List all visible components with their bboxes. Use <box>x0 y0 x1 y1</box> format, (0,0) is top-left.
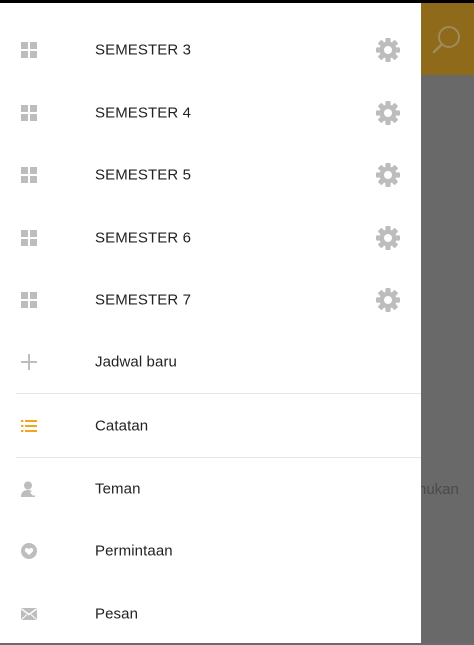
divider <box>16 393 421 394</box>
semester-6-item[interactable]: SEMESTER 6 <box>0 207 421 269</box>
background-scrim[interactable] <box>421 75 474 643</box>
gear-icon[interactable] <box>375 225 401 251</box>
requests-item[interactable]: Permintaan <box>0 520 421 582</box>
semester-label: SEMESTER 7 <box>95 291 192 309</box>
semester-4-item[interactable]: SEMESTER 4 <box>0 82 421 144</box>
requests-label: Permintaan <box>95 542 173 560</box>
person-icon <box>18 478 40 500</box>
semester-label: SEMESTER 5 <box>95 166 192 184</box>
semester-5-item[interactable]: SEMESTER 5 <box>0 144 421 206</box>
semester-label: SEMESTER 6 <box>95 229 192 247</box>
notes-label: Catatan <box>95 417 149 435</box>
grid-icon <box>18 164 40 186</box>
notes-item[interactable]: Catatan <box>0 395 421 457</box>
grid-icon <box>18 39 40 61</box>
gear-icon[interactable] <box>375 162 401 188</box>
heart-icon <box>18 540 40 562</box>
messages-label: Pesan <box>95 605 139 623</box>
semester-label: SEMESTER 4 <box>95 104 192 122</box>
grid-icon <box>18 227 40 249</box>
semester-7-item[interactable]: SEMESTER 7 <box>0 269 421 331</box>
new-schedule-item[interactable]: Jadwal baru <box>0 331 421 393</box>
friends-item[interactable]: Teman <box>0 458 421 520</box>
grid-icon <box>18 289 40 311</box>
gear-icon[interactable] <box>375 287 401 313</box>
background-partial-text: nukan <box>418 481 459 498</box>
search-icon <box>431 24 463 56</box>
grid-icon <box>18 102 40 124</box>
gear-icon[interactable] <box>375 100 401 126</box>
gear-icon[interactable] <box>375 37 401 63</box>
friends-label: Teman <box>95 480 141 498</box>
plus-icon <box>18 351 40 373</box>
semester-label: SEMESTER 3 <box>95 41 192 59</box>
new-schedule-label: Jadwal baru <box>95 353 177 371</box>
navigation-drawer: SEMESTER 3 SEMESTER 4 SEMESTER 5 SEMESTE… <box>0 3 421 643</box>
messages-item[interactable]: Pesan <box>0 583 421 645</box>
semester-3-item[interactable]: SEMESTER 3 <box>0 19 421 81</box>
mail-icon <box>18 603 40 625</box>
list-icon <box>18 415 40 437</box>
